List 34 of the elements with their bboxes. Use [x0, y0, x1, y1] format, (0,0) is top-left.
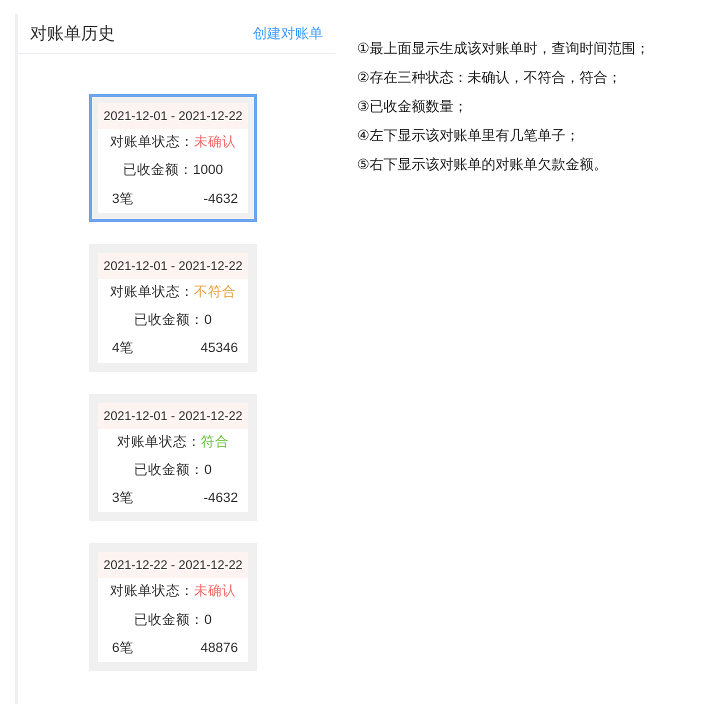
status-text: 符合: [201, 434, 229, 448]
order-count: 3笔: [112, 489, 134, 507]
order-count: 4笔: [112, 339, 134, 358]
balance-amount: 48876: [200, 638, 238, 657]
statement-card[interactable]: 2021-12-01 - 2021-12-22 对账单状态：不符合 已收金额：0 4笔 45346: [89, 244, 257, 372]
status-text: 不符合: [194, 284, 236, 299]
balance-amount: 45346: [200, 339, 238, 358]
date-range: 2021-12-01 - 2021-12-22: [98, 252, 248, 279]
date-range: 2021-12-01 - 2021-12-22: [98, 103, 248, 129]
status-label: 对账单状态：: [110, 134, 194, 149]
order-count: 6笔: [112, 638, 134, 657]
status-text: 未确认: [194, 583, 236, 598]
note-text: ④左下显示该对账单里有几笔单子；: [357, 126, 581, 145]
statement-card[interactable]: 2021-12-01 - 2021-12-22 对账单状态：符合 已收金额：0 3笔 -4632: [89, 394, 257, 522]
status-label: 对账单状态：: [110, 284, 194, 299]
note-text: ⑤右下显示该对账单的对账单欠款金额。: [357, 155, 609, 174]
received-amount: 已收金额：0: [134, 612, 212, 626]
received-amount: 已收金额：0: [134, 462, 212, 477]
status-label: 对账单状态：: [117, 434, 201, 448]
date-range: 2021-12-01 - 2021-12-22: [98, 402, 248, 428]
panel-title: 对账单历史: [30, 22, 115, 45]
statement-card[interactable]: 2021-12-01 - 2021-12-22 对账单状态：未确认 已收金额：1000 3笔 -4632: [89, 94, 257, 222]
received-amount: 已收金额：0: [134, 312, 212, 327]
balance-amount: -4632: [203, 190, 238, 208]
received-amount: 已收金额：1000: [122, 162, 224, 178]
note-text: ③已收金额数量；: [357, 97, 469, 116]
note-text: ①最上面显示生成该对账单时，查询时间范围；: [357, 39, 651, 58]
order-count: 3笔: [112, 190, 134, 208]
date-range: 2021-12-22 - 2021-12-22: [98, 552, 248, 578]
statement-card[interactable]: 2021-12-22 - 2021-12-22 对账单状态：未确认 已收金额：0 6笔 48876: [89, 543, 257, 671]
note-text: ②存在三种状态：未确认，不符合，符合；: [357, 68, 623, 87]
status-label: 对账单状态：: [110, 583, 194, 598]
status-text: 未确认: [194, 134, 236, 149]
balance-amount: -4632: [203, 489, 238, 507]
